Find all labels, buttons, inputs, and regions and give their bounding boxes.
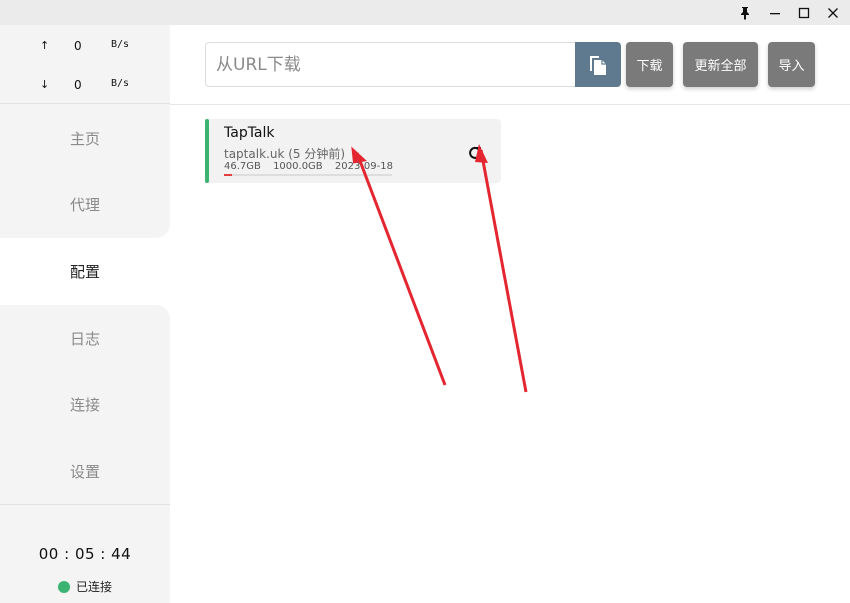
- url-input[interactable]: [205, 42, 577, 87]
- profile-expire: 2023-09-18: [334, 161, 393, 172]
- upload-value: 0: [74, 39, 82, 53]
- close-button[interactable]: [818, 0, 848, 25]
- usage-progress-fill: [224, 174, 232, 176]
- sidebar-item-label: 连接: [69, 396, 100, 415]
- minimize-button[interactable]: [760, 0, 790, 25]
- sidebar-item-label: 日志: [69, 329, 100, 348]
- profile-name: TapTalk: [224, 125, 275, 141]
- sidebar-item-home[interactable]: 主页: [0, 105, 170, 172]
- sidebar-footer: 00 : 05 : 44 已连接: [0, 504, 170, 603]
- profile-updated: (5 分钟前): [288, 147, 346, 161]
- sidebar-item-logs[interactable]: 日志: [0, 304, 170, 372]
- traffic-panel: ↑ 0 B/s ↓ 0 B/s: [0, 25, 170, 104]
- sidebar-item-label: 配置: [69, 262, 100, 281]
- download-speed: ↓ 0 B/s: [0, 75, 170, 95]
- profile-used: 46.7GB: [224, 161, 261, 172]
- profile-toolbar: 下载 更新全部 导入: [170, 25, 850, 105]
- connection-status: 已连接: [58, 578, 112, 595]
- profile-card[interactable]: TapTalk taptalk.uk (5 分钟前) 46.7GB 1000.0…: [205, 119, 501, 183]
- maximize-icon: [798, 7, 810, 18]
- update-all-button[interactable]: 更新全部: [683, 42, 758, 87]
- upload-unit: B/s: [111, 39, 130, 50]
- title-bar: [0, 0, 850, 25]
- profile-meta: taptalk.uk (5 分钟前): [224, 145, 345, 162]
- sidebar: ↑ 0 B/s ↓ 0 B/s 主页 代理 配置 日志 连接 设置 00 : 0…: [0, 25, 170, 603]
- download-button[interactable]: 下载: [626, 42, 673, 87]
- download-unit: B/s: [111, 78, 130, 89]
- sidebar-item-profiles[interactable]: 配置: [0, 238, 170, 305]
- maximize-button[interactable]: [789, 0, 819, 25]
- download-value: 0: [74, 78, 82, 92]
- sidebar-item-settings[interactable]: 设置: [0, 437, 170, 505]
- clipboard-icon: [590, 55, 606, 75]
- status-dot-icon: [58, 580, 70, 593]
- active-profile-indicator: [205, 119, 209, 183]
- profile-total: 1000.0GB: [273, 161, 323, 172]
- profile-stats: 46.7GB 1000.0GB 2023-09-18: [224, 161, 402, 172]
- download-arrow-icon: ↓: [40, 78, 50, 91]
- upload-speed: ↑ 0 B/s: [0, 36, 170, 56]
- sidebar-nav: 主页 代理 配置 日志 连接 设置: [0, 105, 170, 505]
- usage-progress-bar: [224, 174, 392, 176]
- sidebar-item-label: 代理: [69, 196, 100, 215]
- paste-button[interactable]: [575, 42, 621, 87]
- sidebar-item-connections[interactable]: 连接: [0, 371, 170, 438]
- sidebar-item-proxy[interactable]: 代理: [0, 171, 170, 239]
- main-panel: 下载 更新全部 导入 TapTalk taptalk.uk (5 分钟前) 46…: [170, 25, 850, 603]
- upload-arrow-icon: ↑: [40, 39, 50, 52]
- close-icon: [828, 7, 838, 18]
- status-label: 已连接: [76, 580, 113, 594]
- sidebar-item-label: 设置: [69, 462, 100, 481]
- pin-button[interactable]: [730, 0, 760, 25]
- refresh-icon[interactable]: [467, 145, 483, 161]
- import-button[interactable]: 导入: [768, 42, 815, 87]
- uptime-timer: 00 : 05 : 44: [38, 545, 132, 563]
- pin-icon: [741, 6, 749, 20]
- profile-host: taptalk.uk: [224, 147, 285, 161]
- sidebar-item-label: 主页: [69, 129, 100, 148]
- minimize-icon: [770, 12, 780, 14]
